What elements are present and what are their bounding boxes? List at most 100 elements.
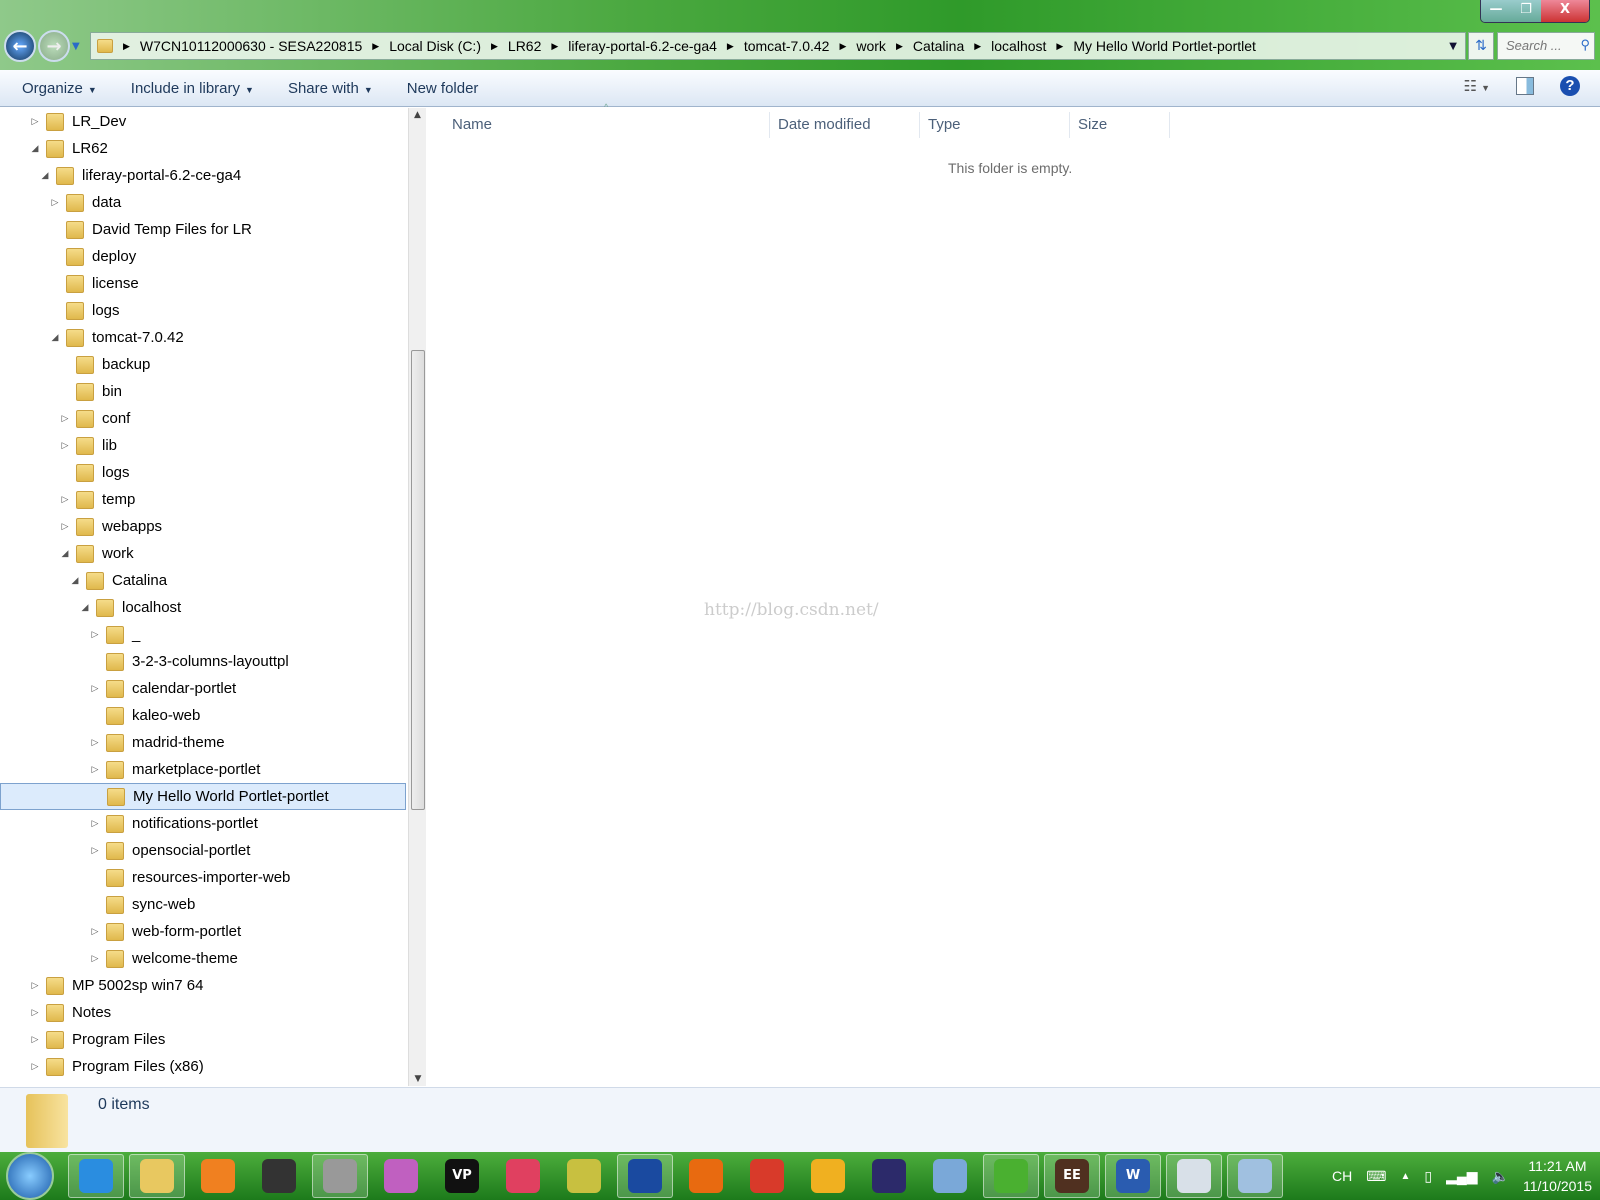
help-icon[interactable]: ? (1560, 76, 1580, 96)
show-hidden-icons[interactable]: ▲ (1400, 1171, 1410, 1182)
column-header-type[interactable]: Type (920, 112, 1070, 138)
expand-arrow-icon[interactable]: ▷ (30, 980, 40, 991)
address-dropdown-icon[interactable]: ▼ (1449, 41, 1457, 52)
taskbar-teamviewer[interactable] (617, 1154, 673, 1198)
include-in-library-button[interactable]: Include in library ▼ (131, 80, 254, 97)
expand-arrow-icon[interactable]: ▷ (90, 818, 100, 829)
taskbar-word[interactable]: W (1105, 1154, 1161, 1198)
restore-button[interactable]: ❐ (1511, 0, 1541, 22)
share-with-button[interactable]: Share with ▼ (288, 80, 373, 97)
tree-item[interactable]: resources-importer-web (0, 864, 406, 891)
expand-arrow-icon[interactable]: ▷ (90, 764, 100, 775)
column-header-date-modified[interactable]: Date modified (770, 112, 920, 138)
tree-item[interactable]: ◢ localhost (0, 594, 406, 621)
minimize-button[interactable]: — (1481, 0, 1511, 22)
breadcrumb-separator-icon[interactable]: ▶ (974, 41, 981, 52)
taskbar-file-explorer[interactable] (129, 1154, 185, 1198)
tree-item[interactable]: ▷ data (0, 189, 406, 216)
tree-item[interactable]: ◢ Catalina (0, 567, 406, 594)
tree-item[interactable]: ▷ calendar-portlet (0, 675, 406, 702)
refresh-button[interactable]: ⇅ (1468, 32, 1494, 60)
expand-arrow-icon[interactable]: ▷ (90, 629, 100, 640)
tree-item[interactable]: ▷ lib (0, 432, 406, 459)
tree-item[interactable]: logs (0, 459, 406, 486)
tree-item[interactable]: ▷ opensocial-portlet (0, 837, 406, 864)
tree-item[interactable]: ▷ welcome-theme (0, 945, 406, 972)
taskbar-firefox[interactable] (678, 1154, 734, 1198)
close-button[interactable]: X (1541, 0, 1589, 22)
expand-arrow-icon[interactable]: ▷ (60, 440, 70, 451)
start-button[interactable] (6, 1152, 54, 1200)
tree-item[interactable]: ▷ notifications-portlet (0, 810, 406, 837)
taskbar-reader[interactable] (1166, 1154, 1222, 1198)
breadcrumb-item[interactable]: localhost (991, 38, 1046, 54)
expand-arrow-icon[interactable]: ◢ (60, 548, 70, 559)
expand-arrow-icon[interactable]: ▷ (90, 683, 100, 694)
expand-arrow-icon[interactable]: ▷ (30, 1061, 40, 1072)
clock[interactable]: 11:21 AM 11/10/2015 (1523, 1156, 1592, 1196)
breadcrumb-item[interactable]: work (856, 38, 886, 54)
expand-arrow-icon[interactable]: ▷ (90, 953, 100, 964)
volume-icon[interactable]: 🔈 (1492, 1168, 1509, 1185)
tree-item[interactable]: deploy (0, 243, 406, 270)
expand-arrow-icon[interactable]: ◢ (50, 332, 60, 343)
taskbar-wechat[interactable] (983, 1154, 1039, 1198)
tree-item[interactable]: ▷ MP 5002sp win7 64 (0, 972, 406, 999)
tree-item[interactable]: ▷ marketplace-portlet (0, 756, 406, 783)
expand-arrow-icon[interactable]: ▷ (30, 1007, 40, 1018)
breadcrumb-item[interactable]: tomcat-7.0.42 (744, 38, 830, 54)
taskbar-chrome[interactable] (739, 1154, 795, 1198)
tree-item[interactable]: My Hello World Portlet-portlet (0, 783, 406, 810)
tree-item[interactable]: ◢ tomcat-7.0.42 (0, 324, 406, 351)
new-folder-button[interactable]: New folder (407, 80, 479, 97)
scroll-down-icon[interactable]: ▼ (409, 1074, 427, 1084)
taskbar-hypercam[interactable] (251, 1154, 307, 1198)
tree-item[interactable]: ▷ conf (0, 405, 406, 432)
forward-button[interactable]: → (38, 30, 70, 62)
breadcrumb-separator-icon[interactable]: ▶ (491, 41, 498, 52)
tree-item[interactable]: ▷ _ (0, 621, 406, 648)
tree-item[interactable]: ◢ LR62 (0, 135, 406, 162)
expand-arrow-icon[interactable]: ◢ (40, 170, 50, 181)
navigation-scrollbar[interactable]: ▲ ▼ (408, 108, 426, 1086)
expand-arrow-icon[interactable]: ▷ (60, 494, 70, 505)
breadcrumb-separator-icon[interactable]: ▶ (1056, 41, 1063, 52)
breadcrumb-item[interactable]: LR62 (508, 38, 541, 54)
search-input[interactable]: Search ... ⚲ (1497, 32, 1595, 60)
breadcrumb-separator-icon[interactable]: ▶ (551, 41, 558, 52)
expand-arrow-icon[interactable]: ▷ (60, 521, 70, 532)
language-indicator[interactable]: CH (1332, 1168, 1352, 1184)
taskbar-color-app[interactable] (373, 1154, 429, 1198)
breadcrumb-separator-icon[interactable]: ▶ (839, 41, 846, 52)
taskbar-yahoo-app[interactable] (800, 1154, 856, 1198)
taskbar-paint[interactable] (1227, 1154, 1283, 1198)
tree-item[interactable]: logs (0, 297, 406, 324)
breadcrumb-separator-icon[interactable]: ▶ (896, 41, 903, 52)
expand-arrow-icon[interactable]: ◢ (70, 575, 80, 586)
expand-arrow-icon[interactable]: ▷ (30, 116, 40, 127)
breadcrumb-item[interactable]: W7CN10112000630 - SESA220815 (140, 38, 362, 54)
expand-arrow-icon[interactable]: ▷ (30, 1034, 40, 1045)
column-header-size[interactable]: Size (1070, 112, 1170, 138)
expand-arrow-icon[interactable]: ▷ (90, 845, 100, 856)
taskbar-eclipse-java-ee[interactable]: EE (1044, 1154, 1100, 1198)
expand-arrow-icon[interactable]: ▷ (90, 737, 100, 748)
taskbar-virtualbox[interactable] (922, 1154, 978, 1198)
breadcrumb-item[interactable]: liferay-portal-6.2-ce-ga4 (568, 38, 717, 54)
tree-item[interactable]: ▷ LR_Dev (0, 108, 406, 135)
address-bar[interactable]: ▶ W7CN10112000630 - SESA220815 ▶ Local Disk… (90, 32, 1466, 60)
column-header-name[interactable]: Name (428, 112, 770, 138)
breadcrumb-item[interactable]: My Hello World Portlet-portlet (1073, 38, 1256, 54)
tree-item[interactable]: sync-web (0, 891, 406, 918)
tree-item[interactable]: ▷ Program Files (0, 1026, 406, 1053)
power-icon[interactable]: ▯ (1424, 1168, 1432, 1185)
tree-item[interactable]: bin (0, 378, 406, 405)
tree-item[interactable]: ◢ work (0, 540, 406, 567)
view-options-icon[interactable]: ☷ ▼ (1463, 77, 1490, 95)
taskbar-dxo-viewpoint[interactable]: VP (434, 1154, 490, 1198)
scroll-thumb[interactable] (411, 350, 425, 810)
tree-item[interactable]: ▷ web-form-portlet (0, 918, 406, 945)
organize-button[interactable]: Organize ▼ (22, 80, 97, 97)
breadcrumb-item[interactable]: Catalina (913, 38, 964, 54)
breadcrumb-item[interactable]: Local Disk (C:) (389, 38, 481, 54)
